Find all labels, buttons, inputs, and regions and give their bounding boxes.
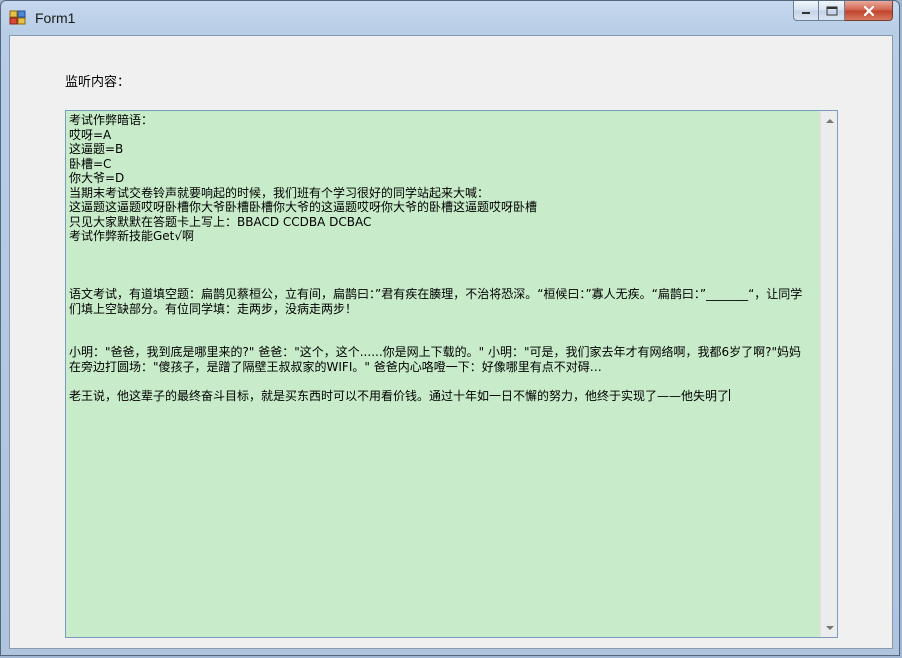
minimize-icon xyxy=(802,11,810,14)
scroll-down-button[interactable] xyxy=(821,619,838,636)
textbox-content[interactable]: 考试作弊暗语： 哎呀=A 这逼题=B 卧槽=C 你大爷=D 当期末考试交卷铃声就… xyxy=(69,113,809,633)
vertical-scrollbar[interactable] xyxy=(820,111,837,637)
chevron-down-icon xyxy=(825,625,834,630)
title-bar[interactable]: Form1 xyxy=(1,1,899,35)
main-window: Form1 监听内容： 考试作弊暗语： 哎呀=A 这逼题=B 卧槽=C 你大爷=… xyxy=(0,0,900,656)
app-icon[interactable] xyxy=(9,10,27,26)
maximize-button[interactable] xyxy=(819,1,845,21)
scroll-up-button[interactable] xyxy=(821,112,838,129)
textbox-text: 考试作弊暗语： 哎呀=A 这逼题=B 卧槽=C 你大爷=D 当期末考试交卷铃声就… xyxy=(69,113,803,403)
text-caret xyxy=(729,388,731,401)
chevron-up-icon xyxy=(825,118,834,123)
maximize-icon xyxy=(826,6,837,15)
close-button[interactable] xyxy=(845,1,893,21)
listen-content-textbox[interactable]: 考试作弊暗语： 哎呀=A 这逼题=B 卧槽=C 你大爷=D 当期末考试交卷铃声就… xyxy=(65,110,838,638)
listen-content-label: 监听内容： xyxy=(65,75,131,90)
caption-buttons xyxy=(793,1,893,23)
minimize-button[interactable] xyxy=(793,1,819,21)
form-client-area: 监听内容： 考试作弊暗语： 哎呀=A 这逼题=B 卧槽=C 你大爷=D 当期末考… xyxy=(9,35,893,649)
window-title: Form1 xyxy=(35,10,76,26)
close-icon xyxy=(863,5,874,16)
